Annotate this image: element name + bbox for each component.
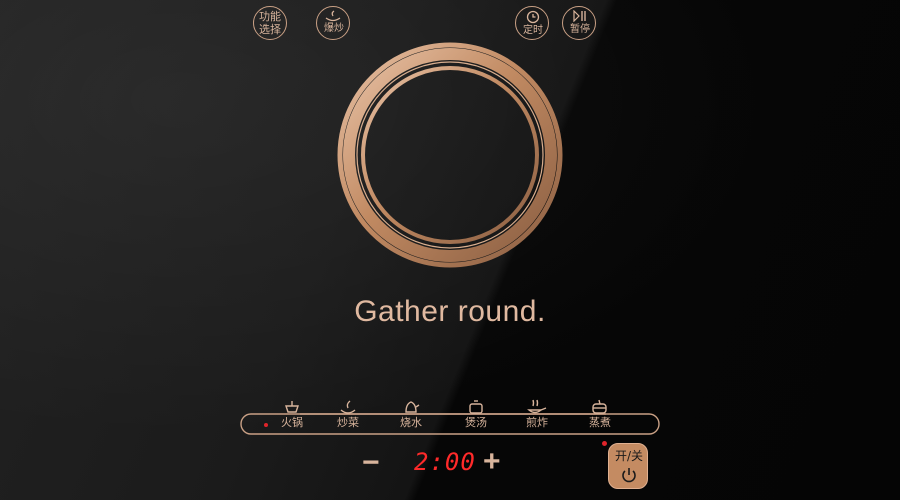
mode-hotpot-label[interactable]: 火锅	[268, 414, 316, 432]
zone-band	[343, 48, 557, 262]
burst-fry-button[interactable]: 爆炒	[316, 6, 350, 40]
zone-inner-ring	[361, 66, 539, 244]
timer-label: 定时	[523, 25, 543, 36]
mode-indicator-dot	[264, 423, 268, 427]
soup-pot-icon[interactable]	[469, 400, 483, 414]
burst-fry-icon	[325, 10, 341, 22]
power-indicator-dot	[602, 441, 607, 446]
zone-inner-line-1	[356, 61, 544, 249]
increase-button[interactable]: +	[483, 447, 501, 477]
burst-fry-label: 爆炒	[324, 23, 344, 34]
hotpot-icon[interactable]	[285, 401, 299, 413]
mode-boil-water-label[interactable]: 烧水	[387, 414, 435, 432]
kettle-icon[interactable]	[405, 401, 420, 413]
cooking-zone	[337, 42, 563, 268]
frying-pan-icon[interactable]	[527, 399, 547, 414]
mode-soup-label[interactable]: 煲汤	[452, 414, 500, 432]
mode-fry-label[interactable]: 煎炸	[513, 414, 561, 432]
mode-stir-fry-label[interactable]: 炒菜	[324, 414, 372, 432]
steamer-icon[interactable]	[592, 399, 607, 414]
power-label: 开/关	[614, 449, 644, 463]
stir-fry-icon[interactable]	[340, 400, 356, 414]
timer-display: 2:00	[414, 448, 476, 476]
tagline: Gather round.	[354, 295, 546, 328]
function-select-label: 功能选择	[259, 10, 281, 36]
zone-outer-ring	[337, 42, 563, 268]
power-icon	[622, 468, 636, 483]
mode-steam-label[interactable]: 蒸煮	[576, 414, 624, 432]
timer-button[interactable]: 定时	[515, 6, 549, 40]
play-pause-icon	[573, 10, 586, 22]
decrease-button[interactable]: −	[362, 448, 380, 478]
mode-labels: 火锅 炒菜 烧水 煲汤 煎炸 蒸煮	[240, 414, 660, 432]
power-button[interactable]: 开/关	[608, 443, 648, 489]
pause-label: 暂停	[570, 24, 590, 35]
pause-button[interactable]: 暂停	[562, 6, 596, 40]
clock-icon	[526, 10, 540, 24]
function-select-button[interactable]: 功能选择	[253, 6, 287, 40]
